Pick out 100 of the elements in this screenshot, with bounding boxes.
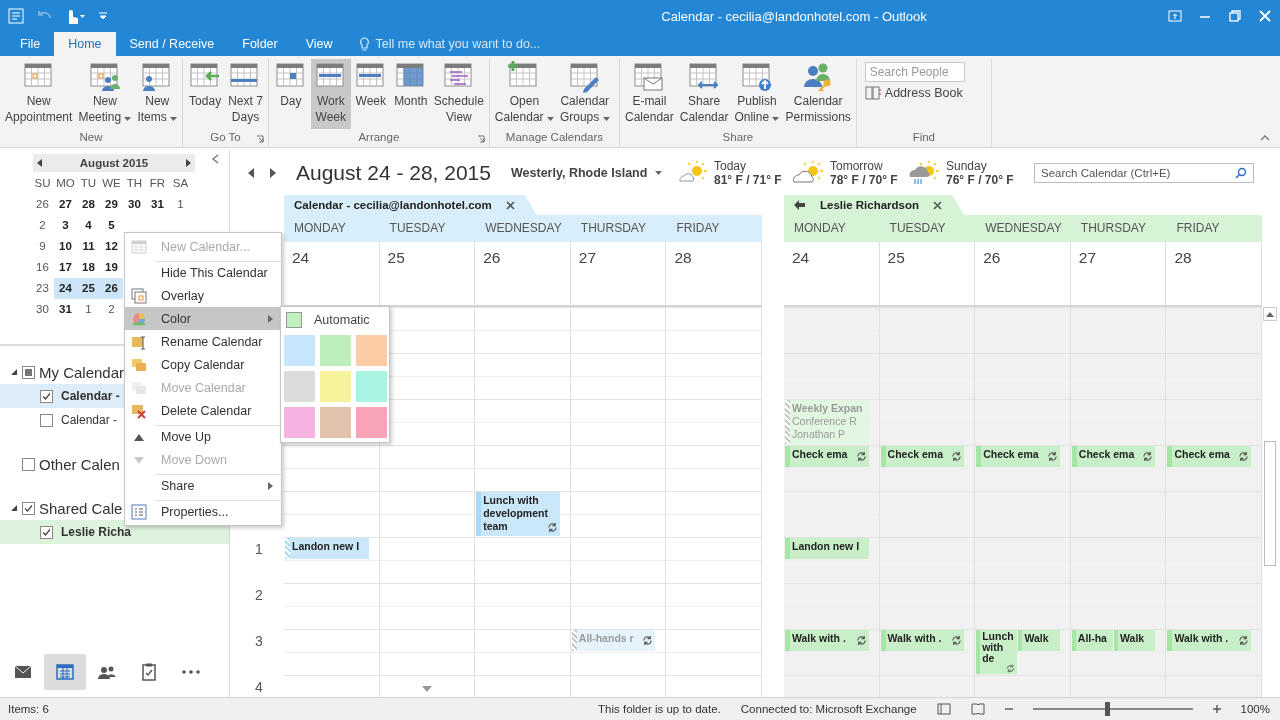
ribbon-tab[interactable]: Send / Receive: [115, 32, 229, 56]
date-cell[interactable]: 23: [31, 278, 54, 299]
menu-item[interactable]: Delete Calendar: [125, 399, 281, 422]
left-arrow-icon[interactable]: [794, 200, 806, 210]
zoom-in-icon[interactable]: [1212, 705, 1221, 713]
date-cell[interactable]: 19: [100, 257, 123, 278]
date-cell[interactable]: 24: [54, 278, 77, 299]
event-block[interactable]: Lunch with de: [976, 630, 1018, 674]
normal-view-icon[interactable]: [936, 703, 951, 715]
color-swatch[interactable]: [320, 407, 351, 438]
ribbon-button[interactable]: Work Week: [310, 59, 351, 129]
date-cell[interactable]: 26: [31, 194, 54, 215]
color-swatch[interactable]: [320, 371, 351, 402]
event-block[interactable]: Lunch with development team: [476, 492, 560, 536]
event-block[interactable]: Check ema: [880, 446, 965, 467]
search-people-field[interactable]: Search People: [864, 62, 965, 82]
date-cell[interactable]: 3: [54, 215, 77, 236]
collapse-ribbon-icon[interactable]: [1260, 135, 1270, 141]
ribbon-button[interactable]: New Meeting: [75, 59, 135, 129]
event-block[interactable]: Check ema: [976, 446, 1060, 467]
ribbon-button[interactable]: Calendar Groups: [556, 59, 613, 129]
color-swatch[interactable]: [284, 407, 315, 438]
date-cell[interactable]: 2: [100, 299, 123, 320]
date-cell[interactable]: 31: [146, 194, 169, 215]
date-cell[interactable]: 5: [100, 215, 123, 236]
color-swatch[interactable]: [356, 371, 387, 402]
ribbon-button[interactable]: Schedule View: [430, 59, 487, 129]
date-cell[interactable]: 26: [100, 278, 123, 299]
ribbon-tab[interactable]: View: [291, 32, 347, 56]
customize-icon[interactable]: [98, 11, 108, 21]
search-icon[interactable]: [1235, 166, 1247, 179]
calendar-tab[interactable]: Leslie Richardson: [784, 195, 965, 215]
date-cell[interactable]: 18: [77, 257, 100, 278]
date-cell[interactable]: 29: [100, 194, 123, 215]
event-block[interactable]: Landon new I: [285, 538, 369, 559]
ribbon-button[interactable]: New Items: [134, 59, 181, 129]
ribbon-button[interactable]: Today: [185, 59, 226, 129]
event-block[interactable]: Walk: [1018, 630, 1060, 651]
date-cell[interactable]: 25: [77, 278, 100, 299]
menu-item[interactable]: Color: [125, 307, 281, 330]
search-calendar-field[interactable]: Search Calendar (Ctrl+E): [1034, 162, 1254, 183]
zoom-out-icon[interactable]: [1004, 705, 1013, 713]
next-icon[interactable]: [269, 167, 276, 178]
ribbon-button[interactable]: Calendar Permissions: [782, 59, 854, 129]
menu-item[interactable]: Overlay: [125, 284, 281, 307]
checkbox[interactable]: [40, 413, 53, 427]
calendar-icon[interactable]: [44, 654, 86, 690]
date-cell[interactable]: 1: [169, 194, 192, 215]
reading-view-icon[interactable]: [970, 703, 985, 715]
date-cell[interactable]: 27: [54, 194, 77, 215]
event-block[interactable]: Walk with .: [785, 630, 869, 651]
date-cell[interactable]: 1: [77, 299, 100, 320]
color-swatch[interactable]: [284, 335, 315, 366]
event-block[interactable]: Check ema: [785, 446, 869, 467]
color-swatch[interactable]: [320, 335, 351, 366]
checkbox[interactable]: [22, 365, 35, 379]
date-cell[interactable]: 2: [31, 215, 54, 236]
calendar-group[interactable]: Shared Cale: [39, 499, 123, 517]
previous-month-icon[interactable]: [37, 159, 43, 167]
event-block[interactable]: All-ha: [1071, 630, 1114, 651]
ribbon-tab[interactable]: Folder: [228, 32, 292, 56]
location-dropdown[interactable]: Westerly, Rhode Island: [511, 165, 648, 180]
date-cell[interactable]: 30: [31, 299, 54, 320]
event-block[interactable]: Check ema: [1167, 446, 1251, 467]
checkbox[interactable]: [22, 457, 35, 471]
expanded-icon[interactable]: [10, 504, 18, 512]
calendar-group[interactable]: Other Calen: [39, 455, 120, 473]
next-month-icon[interactable]: [185, 159, 191, 167]
ribbon-button[interactable]: Month: [390, 59, 431, 129]
event-block[interactable]: Check ema: [1071, 446, 1156, 467]
calendar-tab[interactable]: Calendar - cecilia@landonhotel.com: [284, 195, 537, 215]
previous-icon[interactable]: [248, 167, 255, 178]
event-block[interactable]: Walk with .: [880, 630, 965, 651]
ribbon-button[interactable]: E-mail Calendar: [622, 59, 677, 129]
event-block[interactable]: Landon new I: [785, 538, 869, 559]
date-cell[interactable]: 4: [77, 215, 100, 236]
date-cell[interactable]: 17: [54, 257, 77, 278]
checkbox[interactable]: [22, 501, 35, 515]
calendar-item[interactable]: Calendar -: [61, 389, 120, 403]
event-block[interactable]: Walk with .: [1167, 630, 1251, 651]
menu-item[interactable]: Automatic: [284, 309, 386, 331]
date-cell[interactable]: 12: [100, 236, 123, 257]
ribbon-tab[interactable]: Home: [54, 32, 116, 56]
launcher-icon[interactable]: [255, 135, 264, 143]
ribbon-button[interactable]: Open Calendar: [491, 59, 557, 129]
collapse-icon[interactable]: [212, 154, 219, 164]
calendar-group[interactable]: My Calendar: [39, 363, 125, 381]
address-book-button[interactable]: Address Book: [864, 86, 983, 100]
scroll-up-icon[interactable]: [1263, 307, 1277, 321]
event-block[interactable]: Walk: [1114, 630, 1156, 651]
ribbon-button[interactable]: Day: [270, 59, 311, 129]
date-cell[interactable]: 30: [123, 194, 146, 215]
scrollbar-thumb[interactable]: [1264, 441, 1276, 566]
more-below-icon[interactable]: [421, 686, 432, 692]
ribbon-tab[interactable]: File: [6, 32, 55, 56]
expanded-icon[interactable]: [10, 368, 18, 376]
date-cell[interactable]: 31: [54, 299, 77, 320]
launcher-icon[interactable]: [476, 135, 485, 143]
close-icon[interactable]: [933, 200, 943, 210]
checkbox[interactable]: [40, 525, 53, 539]
